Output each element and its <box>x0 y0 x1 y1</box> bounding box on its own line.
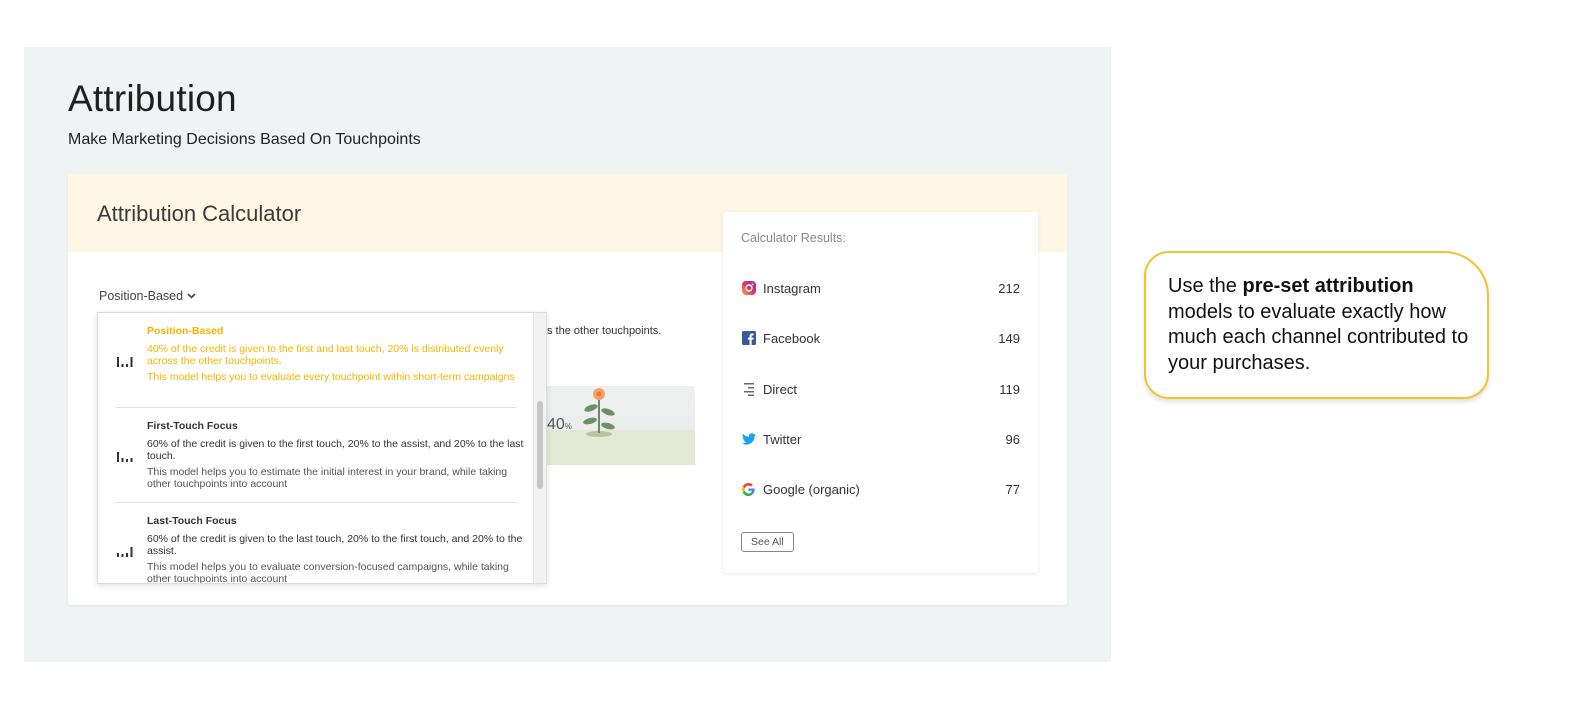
result-name: Facebook <box>763 330 821 346</box>
dropdown-divider <box>116 502 516 503</box>
scrollbar-thumb[interactable] <box>537 401 543 489</box>
dropdown-option-first-touch[interactable]: First-Touch Focus 60% of the credit is g… <box>98 420 534 510</box>
model-dropdown-menu: Position-Based 40% of the credit is give… <box>97 312 547 584</box>
dropdown-option-help: This model helps you to evaluate every t… <box>147 371 515 383</box>
feature-callout: Use the pre-set attribution models to ev… <box>1144 251 1489 399</box>
result-name: Google (organic) <box>763 481 860 497</box>
dropdown-option-help: This model helps you to evaluate convers… <box>147 561 509 584</box>
result-row-direct: Direct 119 <box>741 379 1020 399</box>
dropdown-option-last-touch[interactable]: Last-Touch Focus 60% of the credit is gi… <box>98 515 534 584</box>
google-icon <box>741 482 756 497</box>
result-row-twitter: Twitter 96 <box>741 429 1020 449</box>
result-name: Instagram <box>763 280 821 296</box>
model-description-partial: s the other touchpoints. <box>547 325 662 337</box>
bar-chart-icon <box>117 357 133 367</box>
calculator-results-panel: Calculator Results: Instagram 212 Facebo… <box>723 212 1038 573</box>
result-value: 119 <box>999 381 1020 397</box>
growth-illustration: 40% <box>547 386 695 465</box>
result-name: Twitter <box>763 431 802 447</box>
dropdown-divider <box>116 407 516 408</box>
result-name: Direct <box>763 381 797 397</box>
dropdown-scrollbar[interactable] <box>533 313 546 583</box>
model-select-value: Position-Based <box>99 289 184 303</box>
result-value: 212 <box>998 280 1020 296</box>
result-row-instagram: Instagram 212 <box>741 278 1020 298</box>
twitter-icon <box>741 432 756 447</box>
result-row-google-organic: Google (organic) 77 <box>741 479 1020 499</box>
flower-illustration-icon <box>583 388 615 437</box>
callout-text: Use the pre-set attribution models to ev… <box>1168 275 1469 374</box>
result-value: 77 <box>1005 481 1020 497</box>
result-value: 149 <box>998 330 1020 346</box>
bar-chart-icon <box>117 452 133 462</box>
page-title: Attribution <box>68 78 237 119</box>
dropdown-option-help: This model helps you to estimate the ini… <box>147 466 508 490</box>
dropdown-option-title: Position-Based <box>147 325 224 337</box>
page-subtitle: Make Marketing Decisions Based On Touchp… <box>68 131 421 148</box>
results-title: Calculator Results: <box>741 231 846 245</box>
calculator-title: Attribution Calculator <box>97 201 302 226</box>
result-row-facebook: Facebook 149 <box>741 328 1020 348</box>
dropdown-option-description: 60% of the credit is given to the first … <box>147 438 524 462</box>
dropdown-option-description: 60% of the credit is given to the last t… <box>147 533 523 557</box>
direct-icon <box>741 382 756 397</box>
result-value: 96 <box>1005 431 1020 447</box>
facebook-icon <box>741 331 756 346</box>
dropdown-option-title: First-Touch Focus <box>147 420 238 432</box>
bar-chart-icon <box>117 547 133 557</box>
model-select[interactable]: Position-Based <box>99 289 196 303</box>
dropdown-option-title: Last-Touch Focus <box>147 515 237 527</box>
instagram-icon <box>741 281 756 296</box>
dropdown-option-position-based[interactable]: Position-Based 40% of the credit is give… <box>98 325 534 415</box>
chevron-down-icon <box>187 293 196 299</box>
see-all-button[interactable]: See All <box>741 532 794 552</box>
dropdown-option-description: 40% of the credit is given to the first … <box>147 343 504 367</box>
